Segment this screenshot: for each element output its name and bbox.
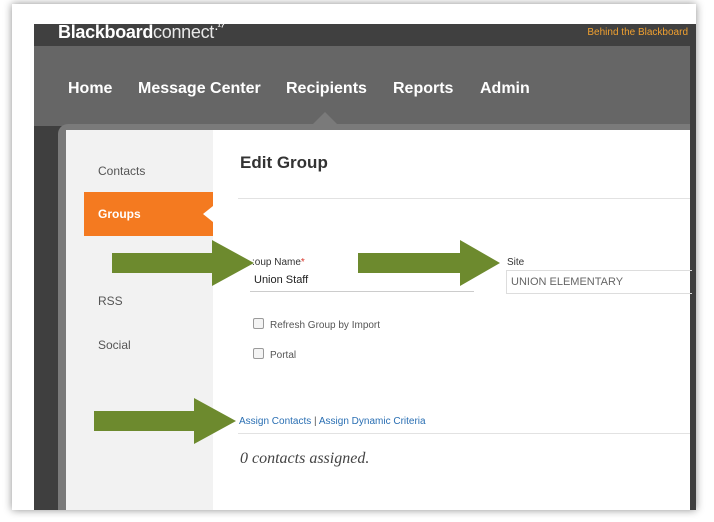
portal-label: Portal bbox=[270, 350, 297, 361]
arrow-right-icon bbox=[94, 398, 236, 444]
site-label: Site bbox=[507, 257, 525, 268]
refresh-group-label: Refresh Group by Import bbox=[270, 320, 381, 331]
links-divider bbox=[238, 433, 690, 434]
logo-mark: .¹⁷ bbox=[215, 22, 225, 33]
nav-admin[interactable]: Admin bbox=[480, 80, 530, 98]
sidebar: Contacts Groups RSS Social bbox=[66, 130, 213, 510]
sidebar-item-label: Groups bbox=[98, 207, 141, 221]
arrow-right-icon bbox=[112, 240, 254, 286]
logo-bold: Blackboard bbox=[58, 22, 154, 42]
nav-message-center[interactable]: Message Center bbox=[138, 80, 261, 98]
required-marker: * bbox=[300, 257, 305, 268]
link-separator: | bbox=[311, 416, 319, 427]
sidebar-item-groups[interactable]: Groups bbox=[84, 192, 213, 236]
arrow-right-icon bbox=[358, 240, 500, 286]
app-logo[interactable]: Blackboardconnect.¹⁷ bbox=[58, 22, 225, 43]
refresh-group-checkbox[interactable] bbox=[253, 318, 264, 329]
nav-reports[interactable]: Reports bbox=[393, 80, 453, 98]
contacts-count: 0 contacts assigned. bbox=[240, 450, 370, 467]
main-nav: Home Message Center Recipients Reports A… bbox=[34, 46, 690, 126]
page-title: Edit Group bbox=[240, 153, 328, 172]
assign-contacts-link[interactable]: Assign Contacts bbox=[239, 416, 311, 427]
sidebar-item-social[interactable]: Social bbox=[98, 338, 131, 352]
sidebar-active-notch bbox=[203, 206, 213, 222]
site-field[interactable]: UNION ELEMENTARY bbox=[506, 270, 692, 294]
sidebar-item-contacts[interactable]: Contacts bbox=[98, 164, 145, 178]
logo-light: connect bbox=[153, 22, 214, 42]
assign-dynamic-criteria-link[interactable]: Assign Dynamic Criteria bbox=[319, 416, 426, 427]
top-bar: Blackboardconnect.¹⁷ Behind the Blackboa… bbox=[34, 22, 690, 46]
nav-active-caret bbox=[313, 112, 337, 124]
group-name-label: :oup Name* bbox=[252, 257, 305, 268]
portal-checkbox[interactable] bbox=[253, 348, 264, 359]
tagline-link[interactable]: Behind the Blackboard bbox=[587, 27, 688, 38]
nav-recipients[interactable]: Recipients bbox=[286, 80, 367, 98]
title-divider bbox=[238, 198, 690, 199]
assign-links: Assign Contacts | Assign Dynamic Criteri… bbox=[239, 416, 426, 427]
sidebar-item-rss[interactable]: RSS bbox=[98, 294, 123, 308]
nav-home[interactable]: Home bbox=[68, 80, 112, 98]
